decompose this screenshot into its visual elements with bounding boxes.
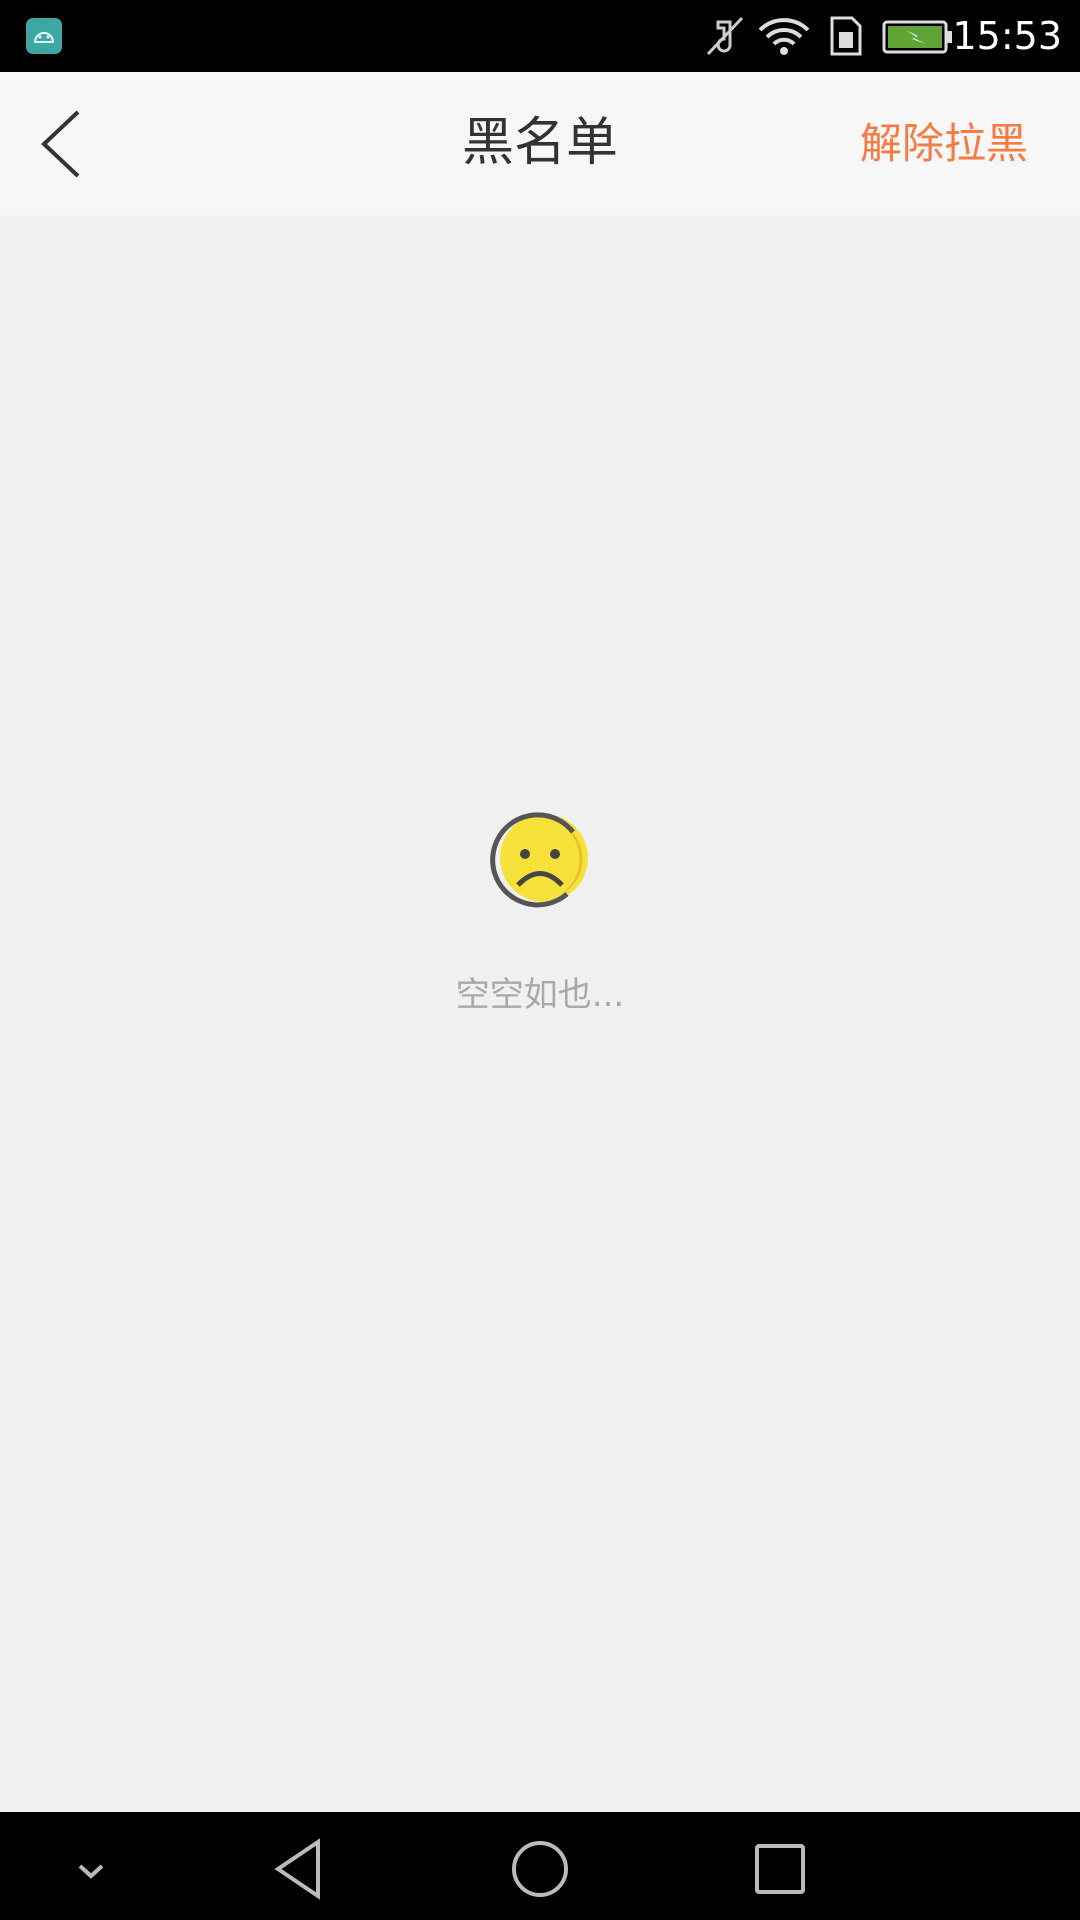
navigation-bar (0, 1812, 1080, 1920)
home-circle-icon (512, 1841, 568, 1897)
nav-recents-button[interactable] (745, 1834, 815, 1904)
sad-face-icon (490, 812, 588, 908)
recents-square-icon (755, 1844, 805, 1894)
nav-back-button[interactable] (266, 1834, 336, 1904)
empty-message: 空空如也... (455, 975, 625, 1015)
nav-home-button[interactable] (505, 1834, 575, 1904)
chevron-down-icon (78, 1864, 104, 1879)
back-button[interactable] (30, 102, 110, 186)
unblock-button[interactable]: 解除拉黑 (860, 112, 1028, 176)
status-bar: 15:53 (0, 0, 1080, 72)
chevron-left-icon (41, 110, 80, 178)
status-time: 15:53 (952, 14, 1062, 58)
sim-icon (830, 16, 862, 56)
android-app-icon (26, 18, 62, 54)
back-triangle-icon (274, 1838, 320, 1900)
mute-icon (706, 16, 744, 56)
title-bar: 黑名单 解除拉黑 (0, 72, 1080, 215)
wifi-icon (758, 18, 810, 55)
battery-charging-icon (882, 20, 952, 54)
hide-nav-button[interactable] (56, 1834, 126, 1904)
